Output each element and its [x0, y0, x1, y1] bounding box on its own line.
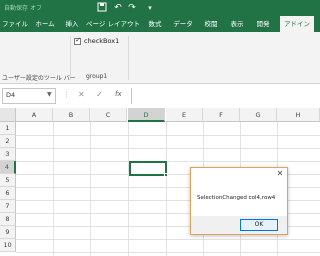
message-text: SelectionChanged col4,row4: [197, 195, 276, 201]
fill-handle[interactable]: [164, 173, 168, 177]
gridline: [166, 122, 167, 256]
customize-qat-icon[interactable]: ▾: [144, 2, 156, 14]
tab-home[interactable]: ホーム: [32, 16, 58, 32]
cancel-icon[interactable]: ✕: [78, 90, 85, 99]
ok-button[interactable]: OK: [240, 219, 278, 231]
autosave-label: 自動保存: [4, 5, 29, 12]
chevron-down-icon[interactable]: ▼: [47, 91, 52, 98]
gridline: [90, 122, 91, 256]
tab-data[interactable]: データ: [170, 16, 196, 32]
column-header-h[interactable]: H: [277, 108, 320, 122]
gridline: [16, 148, 320, 149]
row-header-5[interactable]: 5: [0, 174, 16, 187]
formula-input[interactable]: [131, 88, 320, 104]
save-icon[interactable]: [96, 2, 108, 14]
column-header-g[interactable]: G: [240, 108, 277, 122]
tab-formulas[interactable]: 数式: [144, 16, 166, 32]
row-header-10[interactable]: 10: [0, 239, 16, 252]
gridline: [16, 252, 320, 253]
column-header-b[interactable]: B: [53, 108, 90, 122]
row-header-9[interactable]: 9: [0, 226, 16, 239]
tab-file[interactable]: ファイル: [2, 16, 28, 32]
row-header-2[interactable]: 2: [0, 135, 16, 148]
gridline: [128, 122, 129, 256]
row-header-3[interactable]: 3: [0, 148, 16, 161]
gridline: [16, 135, 320, 136]
group1-label: group1: [86, 73, 108, 80]
autosave-state: オフ: [29, 5, 42, 12]
column-header-c[interactable]: C: [90, 108, 127, 122]
undo-icon[interactable]: ↶: [112, 2, 124, 14]
column-header-f[interactable]: F: [203, 108, 240, 122]
column-header-a[interactable]: A: [16, 108, 53, 122]
tab-view[interactable]: 表示: [226, 16, 248, 32]
close-icon[interactable]: ✕: [275, 168, 285, 180]
row-header-7[interactable]: 7: [0, 200, 16, 213]
column-header-d[interactable]: D: [128, 108, 165, 122]
row-header-4[interactable]: 4: [0, 161, 16, 174]
checkbox1-label[interactable]: checkBox1: [84, 37, 119, 45]
tab-developer[interactable]: 開発: [252, 16, 274, 32]
title-bar: [0, 0, 320, 16]
row-header-1[interactable]: 1: [0, 122, 16, 135]
active-cell-d4[interactable]: [129, 161, 167, 176]
checkmark-icon: ✓: [75, 36, 81, 44]
tab-insert[interactable]: 挿入: [62, 16, 82, 32]
ribbon-group-divider: [128, 36, 129, 80]
gridline: [16, 161, 320, 162]
tab-addins[interactable]: アドイン: [280, 16, 314, 32]
column-header-e[interactable]: E: [166, 108, 203, 122]
tab-page-layout[interactable]: ページ レイアウト: [86, 16, 140, 32]
row-header-8[interactable]: 8: [0, 213, 16, 226]
insert-function-icon[interactable]: fx: [115, 90, 122, 98]
tab-review[interactable]: 校閲: [200, 16, 222, 32]
autosave-toggle[interactable]: 自動保存 オフ: [4, 3, 42, 12]
group-custom-toolbar-label: ユーザー設定のツール バー: [2, 75, 76, 82]
row-header-6[interactable]: 6: [0, 187, 16, 200]
gridline: [16, 239, 320, 240]
drag-handle-icon[interactable]: ⋮: [63, 91, 70, 99]
name-box-value: D4: [6, 91, 16, 99]
gridline: [53, 122, 54, 256]
redo-icon[interactable]: ↷: [126, 2, 138, 14]
select-all-corner[interactable]: [0, 108, 16, 122]
enter-icon[interactable]: ✓: [96, 90, 103, 99]
